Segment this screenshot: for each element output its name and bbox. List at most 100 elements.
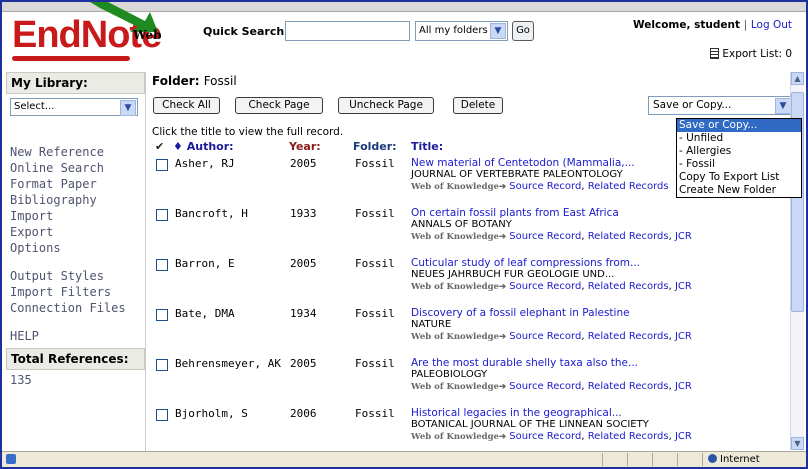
record-checkbox[interactable] [156, 409, 168, 421]
sidebar-item-bibliography[interactable]: Bibliography [10, 192, 145, 208]
source-record-link[interactable]: Source Record [509, 431, 581, 442]
check-page-button[interactable]: Check Page [235, 97, 323, 114]
menu-option[interactable]: Save or Copy... [677, 119, 801, 132]
related-records-link[interactable]: Related Records [588, 231, 669, 242]
menu-option[interactable]: Create New Folder [677, 184, 801, 197]
source-record-link[interactable]: Source Record [509, 231, 581, 242]
delete-button[interactable]: Delete [453, 97, 503, 114]
menu-option[interactable]: Copy To Export List [677, 171, 801, 184]
record-links: Web of Knowledge➔ Source Record, Related… [411, 431, 692, 442]
arrow-icon: ➔ [498, 382, 507, 392]
web-of-knowledge-link[interactable]: Web of Knowledge [411, 182, 499, 192]
web-of-knowledge-link[interactable]: Web of Knowledge [411, 382, 499, 392]
jcr-link[interactable]: JCR [675, 331, 692, 342]
related-records-link[interactable]: Related Records [588, 381, 669, 392]
record-year: 2006 [290, 407, 317, 420]
web-of-knowledge-link[interactable]: Web of Knowledge [411, 232, 499, 242]
menu-option[interactable]: - Fossil [677, 158, 801, 171]
menu-option[interactable]: - Allergies [677, 145, 801, 158]
title-column-header[interactable]: Title: [411, 140, 443, 153]
record-title-link[interactable]: New material of Centetodon (Mammalia,... [411, 157, 635, 169]
page-status-icon [6, 454, 16, 464]
source-record-link[interactable]: Source Record [509, 181, 581, 192]
logout-link[interactable]: Log Out [751, 19, 792, 31]
folder-scope-select[interactable]: All my folders ▼ [415, 21, 508, 41]
record-journal: BOTANICAL JOURNAL OF THE LINNEAN SOCIETY [411, 419, 649, 430]
save-or-copy-select[interactable]: Save or Copy... ▼ [648, 96, 793, 115]
record-journal: ANNALS OF BOTANY [411, 219, 512, 230]
jcr-link[interactable]: JCR [675, 231, 692, 242]
welcome-text: Welcome, student [633, 19, 740, 31]
record-year: 1933 [290, 207, 317, 220]
check-all-button[interactable]: Check All [153, 97, 220, 114]
document-icon [710, 48, 720, 59]
web-of-knowledge-link[interactable]: Web of Knowledge [411, 282, 499, 292]
record-folder: Fossil [355, 207, 395, 220]
record-checkbox[interactable] [156, 309, 168, 321]
year-column-header[interactable]: Year: [289, 140, 321, 153]
source-record-link[interactable]: Source Record [509, 381, 581, 392]
related-records-link[interactable]: Related Records [588, 331, 669, 342]
sidebar-item-output-styles[interactable]: Output Styles [10, 268, 145, 284]
save-or-copy-menu: Save or Copy... - Unfiled - Allergies - Fos… [676, 118, 802, 198]
record-checkbox[interactable] [156, 259, 168, 271]
sidebar-nav: New Reference Online Search Format Paper… [6, 144, 145, 344]
source-record-link[interactable]: Source Record [509, 331, 581, 342]
source-record-link[interactable]: Source Record [509, 281, 581, 292]
sidebar-item-online-search[interactable]: Online Search [10, 160, 145, 176]
record-folder: Fossil [355, 357, 395, 370]
jcr-link[interactable]: JCR [675, 381, 692, 392]
author-column-header[interactable]: ♦ Author: [173, 140, 234, 153]
record-journal: JOURNAL OF VERTEBRATE PALEONTOLOGY [411, 169, 623, 180]
globe-icon [708, 454, 717, 463]
instruction-text: Click the title to view the full record. [152, 126, 344, 138]
folder-column-header[interactable]: Folder: [353, 140, 397, 153]
record-author: Behrensmeyer, AK [175, 357, 281, 370]
record-title-link[interactable]: Historical legacies in the geographical.… [411, 407, 622, 419]
record-author: Asher, RJ [175, 157, 235, 170]
record-links: Web of Knowledge➔ Source Record, Related… [411, 231, 692, 242]
export-list[interactable]: Export List: 0 [710, 48, 792, 60]
chevron-down-icon[interactable]: ▼ [775, 98, 791, 114]
library-select[interactable]: Select... ▼ [10, 98, 138, 116]
sidebar-item-options[interactable]: Options [10, 240, 145, 256]
menu-option[interactable]: - Unfiled [677, 132, 801, 145]
record-checkbox[interactable] [156, 209, 168, 221]
record-checkbox[interactable] [156, 359, 168, 371]
scroll-down-icon[interactable]: ▼ [791, 437, 804, 450]
uncheck-page-button[interactable]: Uncheck Page [338, 97, 434, 114]
sidebar-item-format-paper[interactable]: Format Paper [10, 176, 145, 192]
record-title-link[interactable]: On certain fossil plants from East Afric… [411, 207, 619, 219]
jcr-link[interactable]: JCR [675, 431, 692, 442]
welcome-separator: | [743, 19, 748, 31]
web-of-knowledge-link[interactable]: Web of Knowledge [411, 432, 499, 442]
welcome-area: Welcome, student | Log Out [633, 19, 792, 31]
chevron-down-icon[interactable]: ▼ [120, 100, 136, 116]
sidebar-item-import-filters[interactable]: Import Filters [10, 284, 145, 300]
quick-search-input[interactable] [285, 21, 410, 41]
sidebar-item-help[interactable]: HELP [10, 328, 145, 344]
record-title-link[interactable]: Discovery of a fossil elephant in Palest… [411, 307, 630, 319]
go-button[interactable]: Go [512, 21, 534, 41]
record-title-link[interactable]: Are the most durable shelly taxa also th… [411, 357, 638, 369]
record-journal: NEUES JAHRBUCH FUR GEOLOGIE UND... [411, 269, 615, 280]
record-checkbox[interactable] [156, 159, 168, 171]
sidebar-item-export[interactable]: Export [10, 224, 145, 240]
sidebar-item-import[interactable]: Import [10, 208, 145, 224]
related-records-link[interactable]: Related Records [588, 281, 669, 292]
web-of-knowledge-link[interactable]: Web of Knowledge [411, 332, 499, 342]
chevron-down-icon[interactable]: ▼ [490, 23, 506, 39]
sidebar-item-new-reference[interactable]: New Reference [10, 144, 145, 160]
related-records-link[interactable]: Related Records [588, 181, 669, 192]
related-records-link[interactable]: Related Records [588, 431, 669, 442]
arrow-icon: ➔ [498, 332, 507, 342]
scroll-up-icon[interactable]: ▲ [791, 72, 804, 85]
sort-up-icon: ♦ [173, 140, 183, 153]
arrow-icon: ➔ [498, 432, 507, 442]
record-title-link[interactable]: Cuticular study of leaf compressions fro… [411, 257, 640, 269]
sidebar-item-connection-files[interactable]: Connection Files [10, 300, 145, 316]
jcr-link[interactable]: JCR [675, 281, 692, 292]
record-folder: Fossil [355, 307, 395, 320]
total-references-header: Total References: [6, 348, 145, 370]
record-folder: Fossil [355, 407, 395, 420]
